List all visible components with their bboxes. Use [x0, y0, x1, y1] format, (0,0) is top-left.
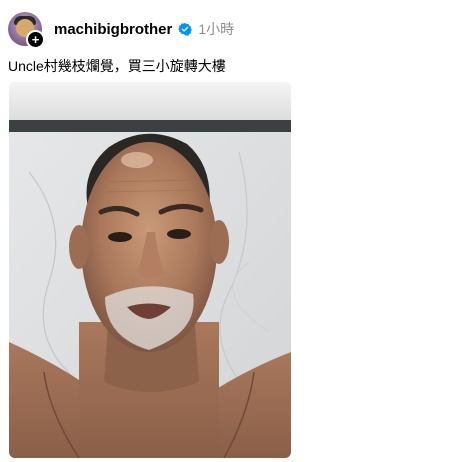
- post-header: + machibigbrother 1小時: [8, 12, 234, 49]
- username[interactable]: machibigbrother: [54, 21, 172, 38]
- verified-badge-icon: [178, 22, 193, 36]
- post-caption: Uncle村幾枝爛覺，買三小旋轉大樓: [8, 58, 226, 74]
- post-photo[interactable]: [9, 82, 291, 458]
- post-timestamp[interactable]: 1小時: [198, 19, 234, 39]
- selfie-photo-illustration: [9, 82, 291, 458]
- threads-post: + machibigbrother 1小時 Uncle村幾枝爛覺，買三小旋轉大樓: [0, 0, 466, 462]
- follow-plus-icon[interactable]: +: [26, 30, 45, 49]
- avatar[interactable]: +: [8, 12, 45, 49]
